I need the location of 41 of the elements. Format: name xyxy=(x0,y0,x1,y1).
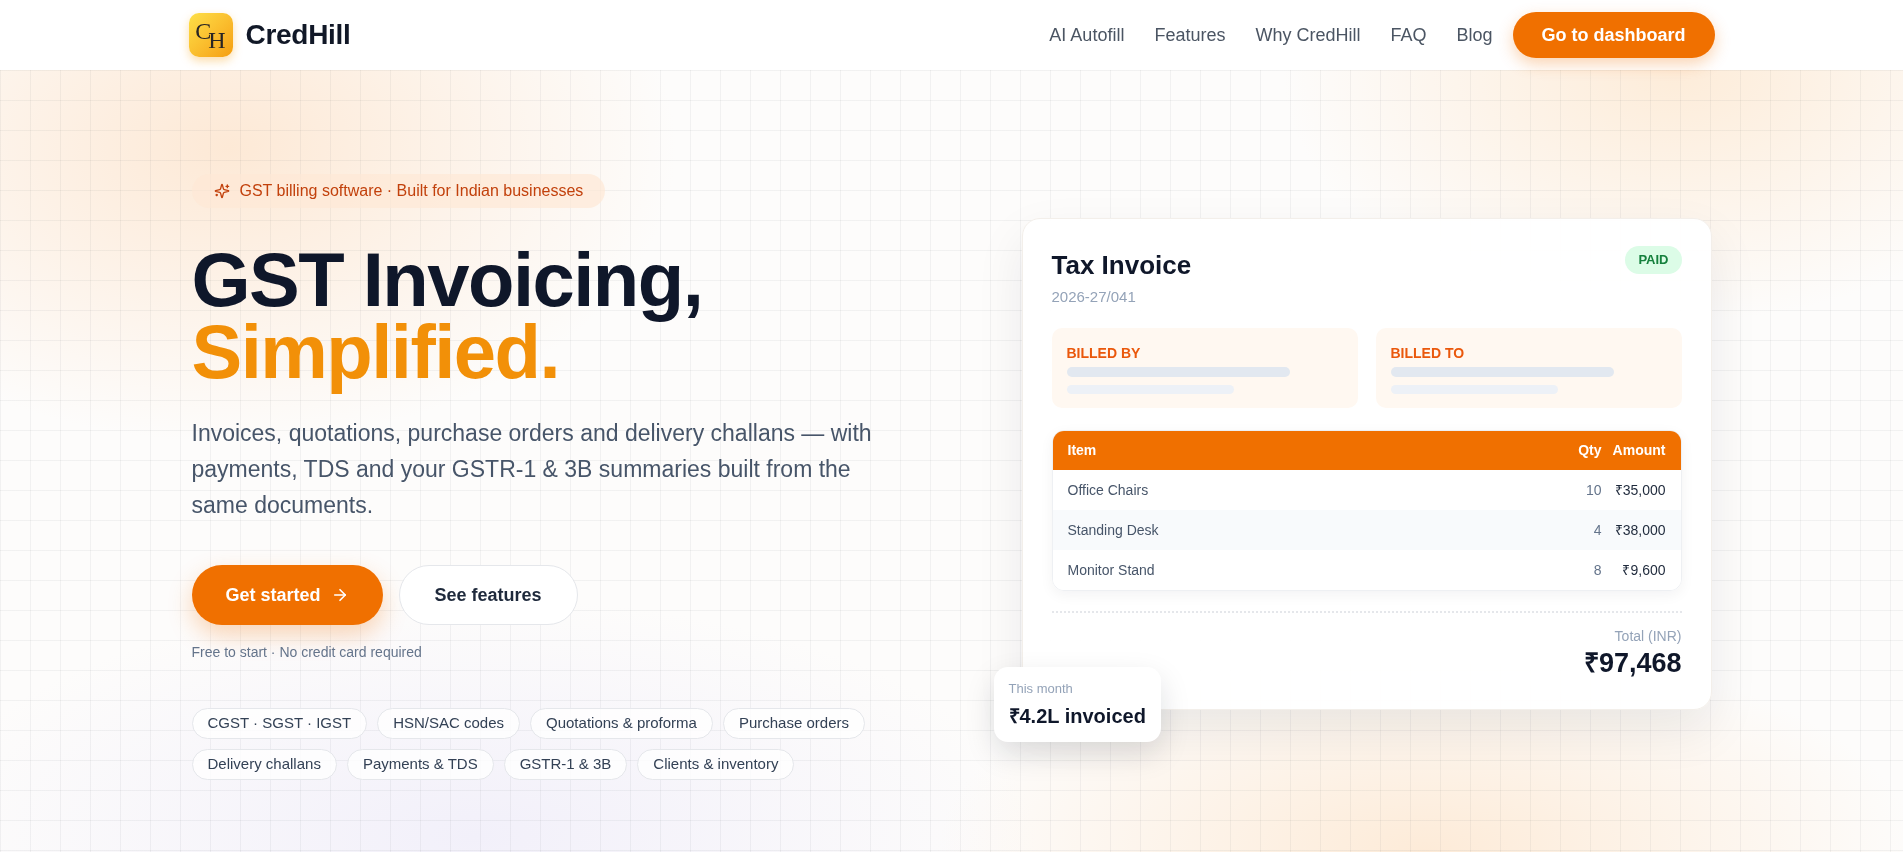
table-cell-text: 8 xyxy=(1592,560,1602,580)
brand-name: CredHill xyxy=(245,18,351,52)
feature-tag: Purchase orders xyxy=(722,708,865,739)
table-cell-text: 10 xyxy=(1584,480,1602,500)
party-label: BILLED TO xyxy=(1390,344,1466,362)
nav-link[interactable]: Why CredHill xyxy=(1255,21,1361,49)
feature-tag: HSN/SAC codes xyxy=(377,708,520,739)
sparkle-icon xyxy=(213,183,230,199)
table-cell-text: 4 xyxy=(1592,520,1602,540)
total-amount: ₹97,468 xyxy=(1583,647,1682,679)
feature-tag: CGST · SGST · IGST xyxy=(191,708,368,739)
table-cell-text: ₹38,000 xyxy=(1613,520,1666,540)
feature-tag: Payments & TDS xyxy=(346,749,494,780)
invoice-title: Tax Invoice xyxy=(1051,249,1192,281)
see-features-button[interactable]: See features xyxy=(398,565,578,625)
feature-tag: Delivery challans xyxy=(191,749,337,780)
nav-link[interactable]: Blog xyxy=(1456,21,1493,49)
nav-link[interactable]: FAQ xyxy=(1390,21,1427,49)
column-header: Amount xyxy=(1611,441,1666,460)
stat-label: This month xyxy=(1008,680,1074,698)
column-header: Item xyxy=(1067,441,1098,460)
feature-tag: Clients & inventory xyxy=(637,749,795,780)
logo-monogram: CH xyxy=(188,13,233,57)
signup-note: Free to start · No credit card required xyxy=(191,643,422,662)
invoice-number: 2026-27/041 xyxy=(1051,287,1137,307)
party-label: BILLED BY xyxy=(1066,344,1142,362)
table-cell-text: ₹35,000 xyxy=(1613,480,1666,500)
nav-link[interactable]: AI Autofill xyxy=(1049,21,1125,49)
table-cell-text: ₹9,600 xyxy=(1621,560,1666,580)
feature-tag: GSTR-1 & 3B xyxy=(503,749,628,780)
total-label: Total (INR) xyxy=(1614,627,1682,646)
hero-description: Invoices, quotations, purchase orders and delivery challans — with payments, TDS and your GSTR-1 & 3B summaries built from the same documents. xyxy=(191,419,873,520)
stat-value: ₹4.2L invoiced xyxy=(1008,704,1146,729)
nav-link[interactable]: Features xyxy=(1154,21,1226,49)
table-cell-text: Monitor Stand xyxy=(1067,560,1156,580)
badge-text: GST billing software · Built for Indian businesses xyxy=(239,181,584,201)
feature-tag: Quotations & proforma xyxy=(530,708,713,739)
table-cell-text: Office Chairs xyxy=(1067,480,1150,500)
column-header: Qty xyxy=(1577,441,1602,460)
status-badge: PAID xyxy=(1625,246,1682,274)
table-cell-text: Standing Desk xyxy=(1067,520,1160,540)
